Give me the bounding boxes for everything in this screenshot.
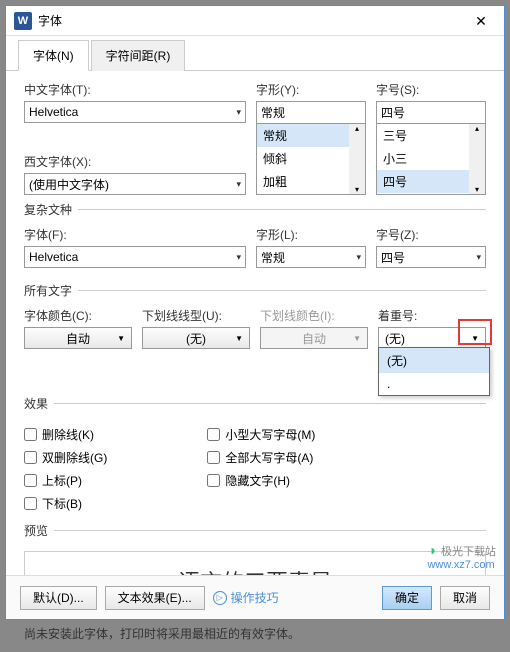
checkbox-input[interactable] [24,428,37,441]
cn-font-label: 中文字体(T): [24,81,246,98]
underline-dropdown[interactable]: (无) ▼ [142,327,250,349]
default-button[interactable]: 默认(D)... [20,586,97,610]
watermark: ◑ 极光下载站 www.xz7.com [427,542,496,571]
cn-font-combo[interactable]: Helvetica ▾ [24,101,246,123]
preview-legend: 预览 [24,522,54,539]
style-listbox[interactable]: 常规 倾斜 加粗 ▴▾ [256,123,366,195]
emphasis-label: 着重号: [378,307,486,324]
tab-font[interactable]: 字体(N) [18,40,89,71]
complex-font-label: 字体(F): [24,226,246,243]
cancel-button[interactable]: 取消 [440,586,490,610]
chevron-down-icon: ▾ [356,252,361,263]
title-bar: W 字体 ✕ [6,6,504,36]
watermark-logo-icon: ◑ [427,542,435,558]
size-label: 字号(S): [376,81,486,98]
cn-font-value: Helvetica [29,105,78,119]
underline-color-label: 下划线颜色(I): [260,307,368,324]
checkbox-input[interactable] [24,474,37,487]
chevron-down-icon: ▾ [236,252,241,263]
color-value: 自动 [66,330,90,347]
complex-style-value: 常规 [261,249,285,266]
strike-checkbox[interactable]: 删除线(K) [24,426,107,443]
chevron-down-icon: ▼ [117,334,125,343]
west-font-label: 西文字体(X): [24,153,246,170]
all-caps-checkbox[interactable]: 全部大写字母(A) [207,449,315,466]
size-value: 四号 [381,104,405,121]
chevron-down-icon: ▼ [471,334,479,343]
tips-label: 操作技巧 [231,589,279,606]
complex-legend: 复杂文种 [24,201,78,218]
chevron-down-icon: ▾ [236,107,241,118]
install-note: 尚未安装此字体，打印时将采用最相近的有效字体。 [24,625,486,642]
underline-label: 下划线线型(U): [142,307,250,324]
tab-bar: 字体(N) 字符间距(R) [6,36,504,71]
watermark-brand: 极光下载站 [441,546,496,558]
checkbox-input[interactable] [207,474,220,487]
dialog-title: 字体 [38,12,466,29]
emphasis-dropdown[interactable]: (无) ▼ [378,327,486,349]
tips-link[interactable]: ▷ 操作技巧 [213,589,279,606]
watermark-url: www.xz7.com [427,559,494,571]
app-icon: W [14,12,32,30]
chevron-down-icon: ▾ [476,252,481,263]
all-text-fieldset: 所有文字 字体颜色(C): 自动 ▼ 下划线线型(U): (无) ▼ [24,282,486,357]
complex-size-combo[interactable]: 四号 ▾ [376,246,486,268]
effects-legend: 效果 [24,395,54,412]
emphasis-option-none[interactable]: (无) [379,348,489,373]
color-label: 字体颜色(C): [24,307,132,324]
emphasis-option-dot[interactable]: . [379,373,489,395]
subscript-checkbox[interactable]: 下标(B) [24,495,107,512]
underline-color-value: 自动 [302,330,326,347]
scrollbar[interactable]: ▴▾ [349,124,365,194]
emphasis-popup[interactable]: (无) . [378,347,490,396]
checkbox-input[interactable] [207,428,220,441]
effects-fieldset: 效果 删除线(K) 双删除线(G) 上标(P) 下标(B) 小型大写字母(M) … [24,395,486,516]
west-font-combo[interactable]: (使用中文字体) ▾ [24,173,246,195]
size-input[interactable]: 四号 [376,101,486,123]
style-label: 字形(Y): [256,81,366,98]
text-effect-button[interactable]: 文本效果(E)... [105,586,205,610]
footer: 默认(D)... 文本效果(E)... ▷ 操作技巧 确定 取消 [6,575,504,619]
ok-button[interactable]: 确定 [382,586,432,610]
style-value: 常规 [261,104,285,121]
emphasis-value: (无) [385,330,405,347]
complex-font-combo[interactable]: Helvetica ▾ [24,246,246,268]
complex-style-label: 字形(L): [256,226,366,243]
complex-style-combo[interactable]: 常规 ▾ [256,246,366,268]
chevron-down-icon: ▾ [236,179,241,190]
tab-spacing[interactable]: 字符间距(R) [91,40,186,71]
all-text-legend: 所有文字 [24,282,78,299]
underline-color-dropdown: 自动 ▼ [260,327,368,349]
hidden-checkbox[interactable]: 隐藏文字(H) [207,472,315,489]
complex-size-label: 字号(Z): [376,226,486,243]
play-icon: ▷ [213,591,227,605]
chevron-down-icon: ▼ [235,334,243,343]
complex-fieldset: 复杂文种 字体(F): Helvetica ▾ 字形(L): 常规 ▾ [24,201,486,276]
checkbox-input[interactable] [24,451,37,464]
underline-value: (无) [186,330,206,347]
style-input[interactable]: 常规 [256,101,366,123]
checkbox-input[interactable] [207,451,220,464]
complex-size-value: 四号 [381,249,405,266]
dbl-strike-checkbox[interactable]: 双删除线(G) [24,449,107,466]
complex-font-value: Helvetica [29,250,78,264]
color-dropdown[interactable]: 自动 ▼ [24,327,132,349]
size-listbox[interactable]: 三号 小三 四号 ▴▾ [376,123,486,195]
small-caps-checkbox[interactable]: 小型大写字母(M) [207,426,315,443]
scrollbar[interactable]: ▴▾ [469,124,485,194]
chevron-down-icon: ▼ [353,334,361,343]
superscript-checkbox[interactable]: 上标(P) [24,472,107,489]
checkbox-input[interactable] [24,497,37,510]
close-button[interactable]: ✕ [466,9,496,33]
west-font-value: (使用中文字体) [29,176,109,193]
